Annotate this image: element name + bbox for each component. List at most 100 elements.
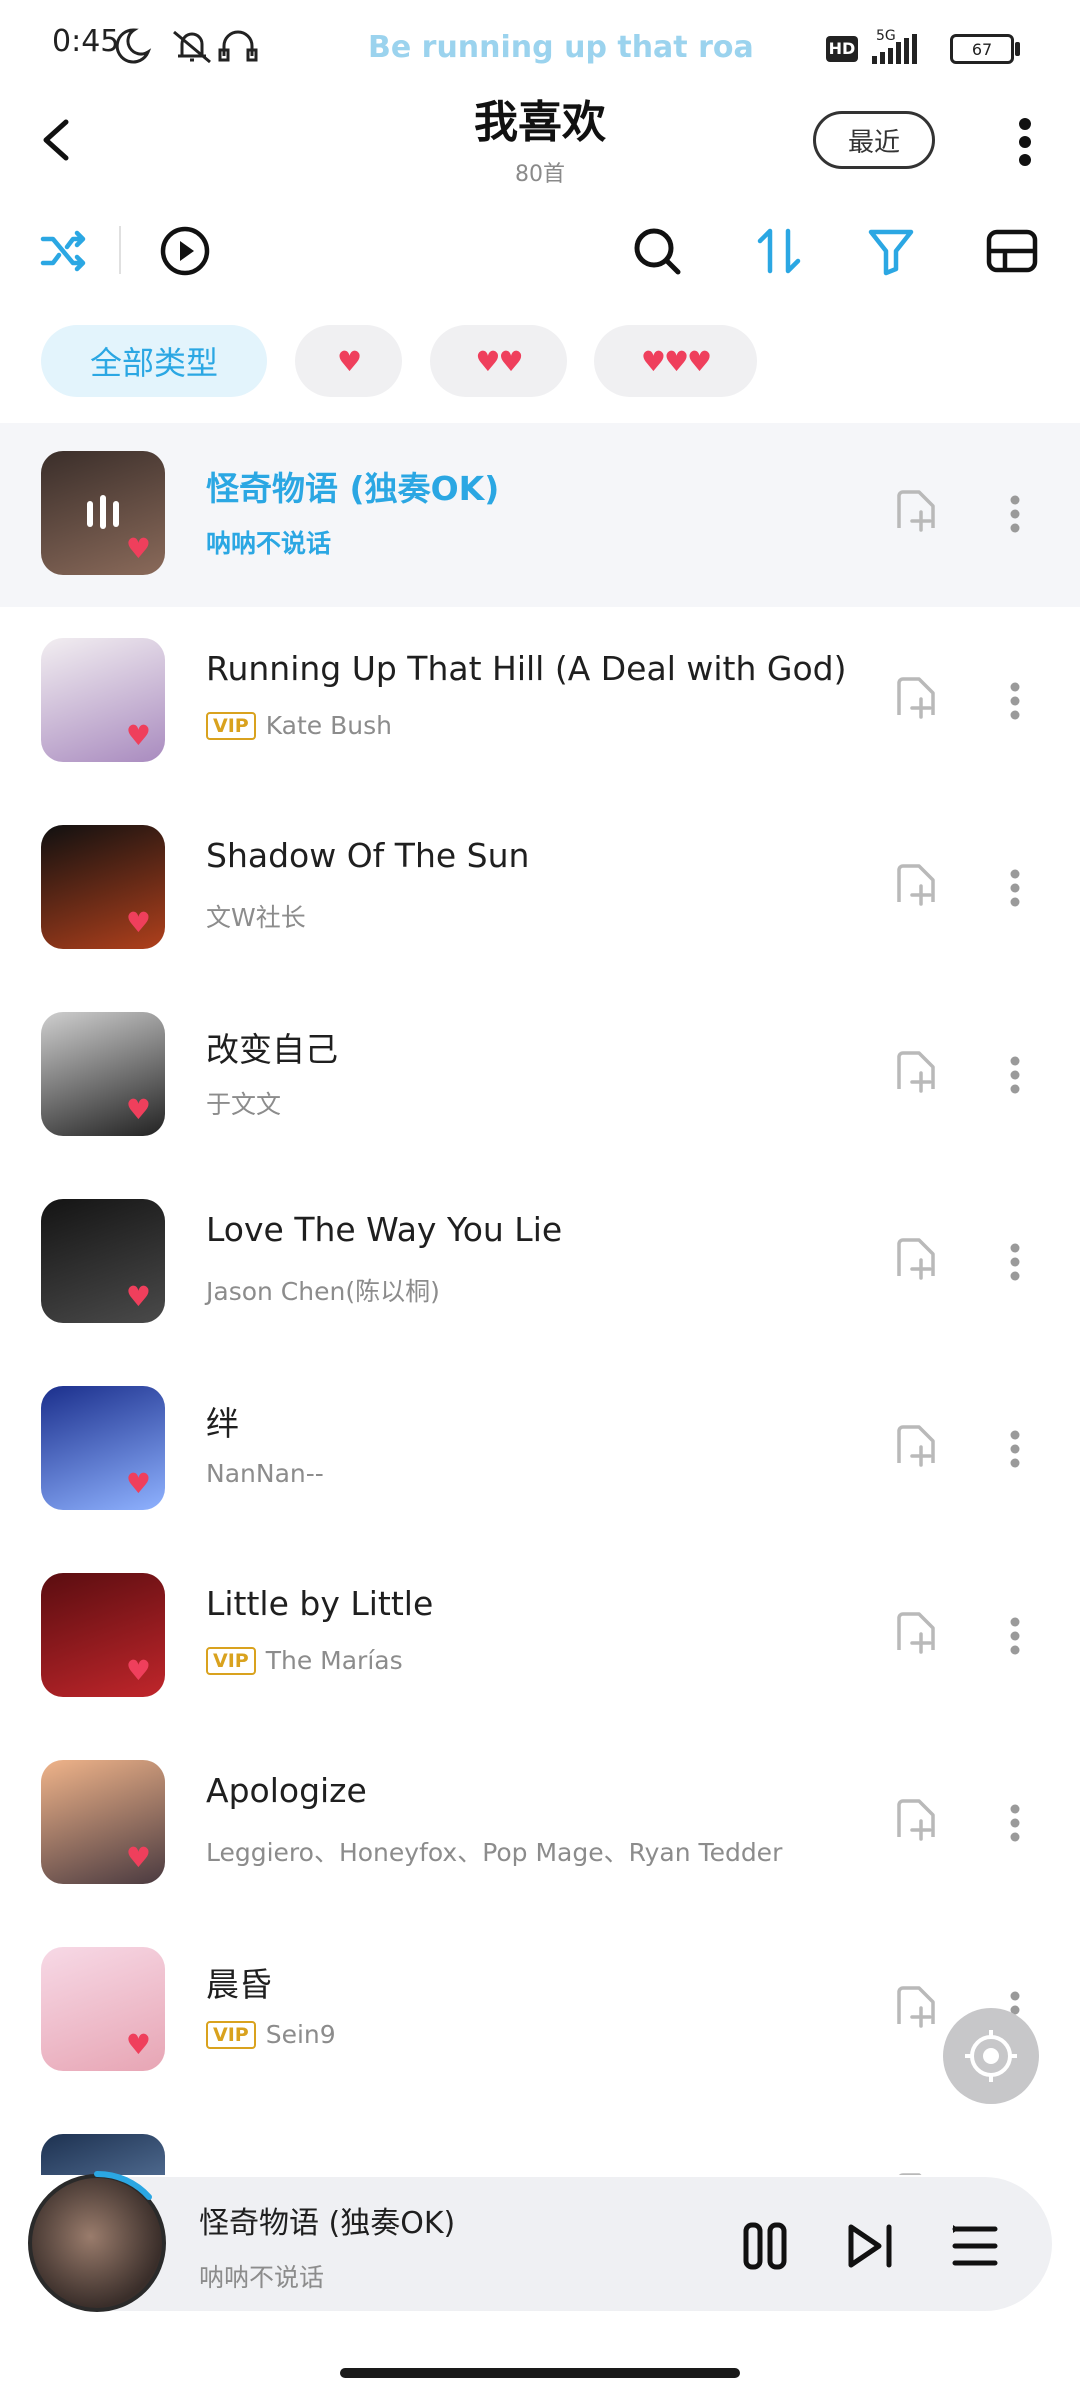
more-vert-icon <box>1009 1616 1021 1656</box>
player-artist: 呐呐不说话 <box>199 2263 325 2292</box>
song-row[interactable]: ♥ 晨昏 VIP Sein9 <box>0 1916 1080 2103</box>
heart-icon: ♥ <box>125 719 151 752</box>
song-artist-line: VIP Kate Bush <box>206 711 392 740</box>
heart-icon: ♥ <box>125 532 151 565</box>
song-list: ♥ 怪奇物语 (独奏OK) 呐呐不说话 ♥ Running Up That Hi… <box>0 423 1080 2175</box>
play-all-button[interactable] <box>156 222 214 280</box>
song-cover[interactable]: ♥ <box>41 1760 165 1884</box>
song-row[interactable]: ♥ 改变自己 于文文 <box>0 981 1080 1168</box>
status-bar: 0:45 Be running up that roa HD 5G 67 <box>0 0 1080 100</box>
song-cover[interactable]: ♥ <box>41 451 165 575</box>
filter-chip-label: 全部类型 <box>89 344 218 382</box>
home-indicator[interactable] <box>340 2368 740 2378</box>
song-artist: Sein9 <box>265 2020 336 2049</box>
filter-button[interactable] <box>862 222 920 280</box>
play-circle-icon <box>160 226 210 276</box>
add-to-playlist-button[interactable] <box>893 1238 937 1282</box>
song-more-button[interactable] <box>1000 1801 1030 1845</box>
song-more-button[interactable] <box>1000 1240 1030 1284</box>
song-row[interactable]: ♥ Love The Way You Lie Jason Chen(陈以桐) <box>0 1168 1080 1355</box>
song-cover[interactable]: ♥ <box>41 1573 165 1697</box>
more-vert-icon <box>1009 1429 1021 1469</box>
add-to-playlist-icon <box>893 488 937 536</box>
song-row[interactable]: ♥ 绊 NanNan-- <box>0 1355 1080 1542</box>
add-to-playlist-icon <box>893 675 937 723</box>
playlist-button[interactable] <box>944 2214 1008 2278</box>
more-options-button[interactable] <box>1005 112 1045 172</box>
add-to-playlist-button[interactable] <box>893 1051 937 1095</box>
song-row[interactable]: ♥ Shadow Of The Sun 文W社长 <box>0 794 1080 981</box>
song-row[interactable]: ♥ 怪奇物语 (独奏OK) 呐呐不说话 <box>0 423 1080 607</box>
add-to-playlist-button[interactable] <box>893 490 937 534</box>
add-to-playlist-icon <box>893 862 937 910</box>
pause-button[interactable] <box>733 2214 797 2278</box>
song-row[interactable]: ♥ 우주를 줄게 (给你宇宙) <box>0 2103 1080 2175</box>
song-title: Little by Little <box>206 1584 434 1623</box>
layout-button[interactable] <box>982 222 1042 280</box>
song-cover[interactable]: ♥ <box>41 638 165 762</box>
song-cover[interactable]: ♥ <box>41 825 165 949</box>
song-artist-line: 文W社长 <box>206 898 306 934</box>
more-vert-icon <box>1009 1242 1021 1282</box>
song-artist: The Marías <box>265 1646 403 1675</box>
song-cover[interactable]: ♥ <box>41 1012 165 1136</box>
song-title: 绊 <box>206 1404 239 1443</box>
filter-chip-one-heart[interactable]: ♥ <box>295 325 402 397</box>
song-more-button[interactable] <box>1000 1427 1030 1471</box>
vip-badge: VIP <box>206 1646 256 1675</box>
add-to-playlist-button[interactable] <box>893 677 937 721</box>
filter-chip-all[interactable]: 全部类型 <box>41 325 267 397</box>
add-to-playlist-button[interactable] <box>893 1799 937 1843</box>
song-title: Apologize <box>206 1771 367 1810</box>
heart-icon: ♥ <box>125 1280 151 1313</box>
vip-badge: VIP <box>206 711 256 740</box>
song-cover[interactable]: ♥ <box>41 2134 165 2175</box>
song-artist: Kate Bush <box>265 711 392 740</box>
recent-button[interactable]: 最近 <box>813 111 935 169</box>
playlist-icon <box>952 2225 998 2266</box>
song-row[interactable]: ♥ Little by Little VIP The Marías <box>0 1542 1080 1729</box>
song-more-button[interactable] <box>1000 679 1030 723</box>
song-artist: Jason Chen(陈以桐) <box>206 1277 440 1306</box>
song-title: 우주를 줄게 (给你宇宙) <box>206 2173 537 2175</box>
locate-current-button[interactable] <box>943 2008 1039 2104</box>
song-more-button[interactable] <box>1000 866 1030 910</box>
filter-chip-two-hearts[interactable]: ♥♥ <box>430 325 567 397</box>
song-title: 怪奇物语 (独奏OK) <box>206 469 500 508</box>
more-vert-icon <box>1009 1055 1021 1095</box>
add-to-playlist-button[interactable] <box>893 1986 937 2030</box>
heart-icon: ♥ <box>125 1467 151 1500</box>
song-cover[interactable]: ♥ <box>41 1199 165 1323</box>
song-more-button[interactable] <box>1000 1053 1030 1097</box>
song-row[interactable]: ♥ Running Up That Hill (A Deal with God)… <box>0 607 1080 794</box>
song-artist: 于文文 <box>206 1090 282 1119</box>
add-to-playlist-button[interactable] <box>893 2173 937 2175</box>
song-more-button[interactable] <box>1000 1614 1030 1658</box>
song-artist-line: NanNan-- <box>206 1459 324 1488</box>
battery-indicator: 67 <box>950 34 1014 64</box>
add-to-playlist-icon <box>893 1610 937 1658</box>
playing-bars-icon <box>87 495 119 529</box>
filter-chip-three-hearts[interactable]: ♥♥♥ <box>594 325 757 397</box>
song-cover[interactable]: ♥ <box>41 1386 165 1510</box>
search-button[interactable] <box>628 222 686 280</box>
add-to-playlist-button[interactable] <box>893 864 937 908</box>
pause-icon <box>743 2222 787 2270</box>
now-playing-ticker: Be running up that roa <box>368 30 754 65</box>
song-title: Love The Way You Lie <box>206 1210 563 1249</box>
add-to-playlist-button[interactable] <box>893 1612 937 1656</box>
add-to-playlist-icon <box>893 1984 937 2032</box>
song-cover[interactable]: ♥ <box>41 1947 165 2071</box>
song-row[interactable]: ♥ Apologize Leggiero、Honeyfox、Pop Mage、R… <box>0 1729 1080 1916</box>
heart-icon: ♥♥♥ <box>640 344 712 378</box>
song-more-button[interactable] <box>1000 492 1030 536</box>
shuffle-button[interactable] <box>36 224 90 278</box>
sort-button[interactable] <box>750 222 808 280</box>
more-vert-icon <box>1009 868 1021 908</box>
next-button[interactable] <box>838 2214 902 2278</box>
battery-level: 67 <box>971 39 993 59</box>
heart-icon: ♥ <box>336 344 362 378</box>
song-artist-line: VIP The Marías <box>206 1646 403 1675</box>
add-to-playlist-button[interactable] <box>893 1425 937 1469</box>
status-icons <box>115 28 258 64</box>
